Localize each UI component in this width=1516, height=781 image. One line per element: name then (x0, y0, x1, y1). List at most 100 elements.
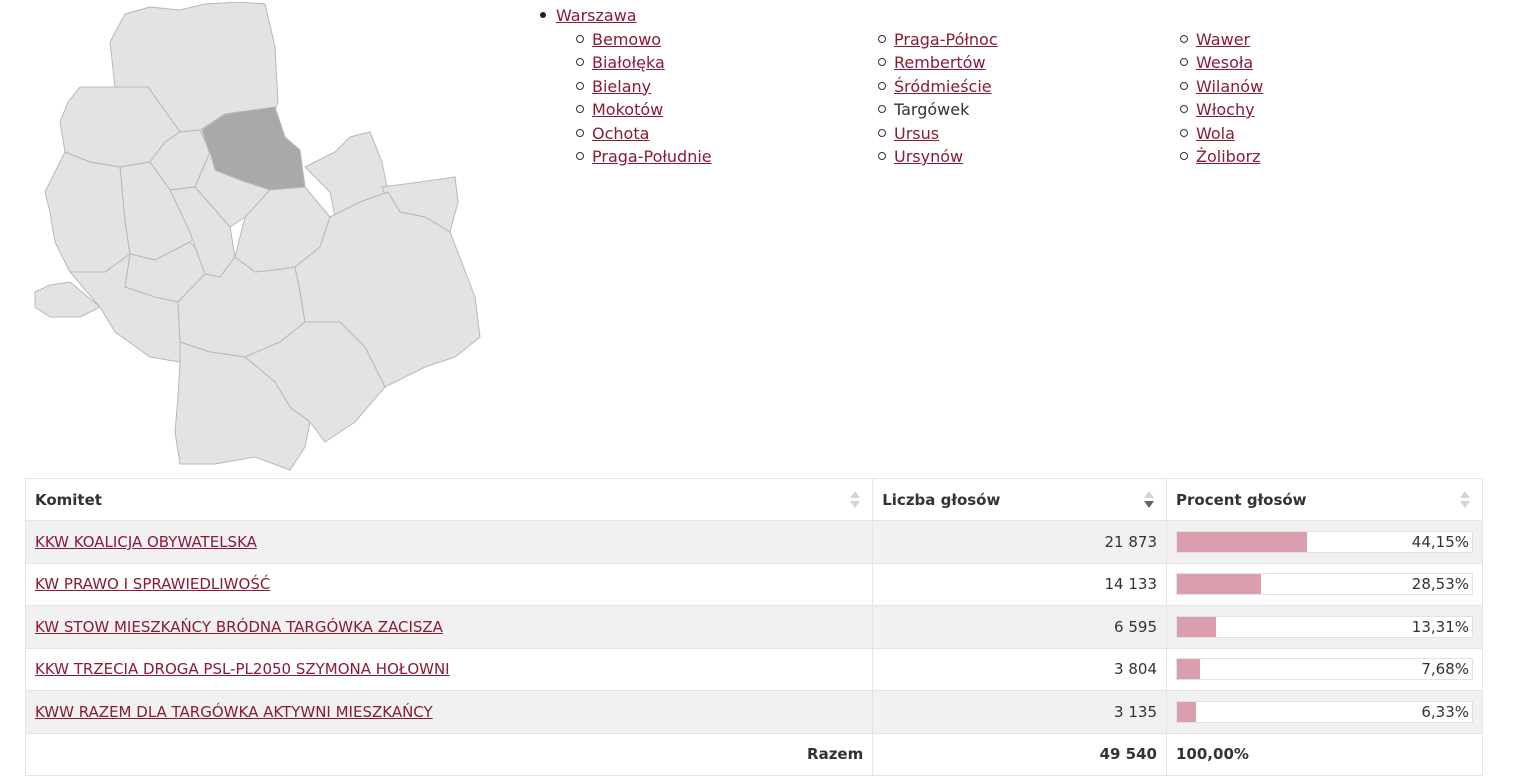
committee-cell: KKW KOALICJA OBYWATELSKA (24, 520, 874, 564)
committee-link[interactable]: KW STOW MIESZKAŃCY BRÓDNA TARGÓWKA ZACIS… (35, 618, 443, 636)
district-link[interactable]: Wawer (1196, 30, 1250, 49)
district-link[interactable]: Rembertów (894, 53, 986, 72)
map-district-bemowo[interactable] (44, 151, 131, 273)
committee-cell: KKW TRZECIA DROGA PSL-PL2050 SZYMONA HOŁ… (24, 647, 874, 691)
table-row: KKW KOALICJA OBYWATELSKA 21 873 44,15% (24, 520, 1483, 564)
votes-cell: 3 804 (872, 647, 1167, 691)
header-label-committee: Komitet (35, 490, 102, 509)
district-link[interactable]: Praga-Południe (592, 147, 712, 166)
votes-cell: 6 595 (872, 605, 1167, 649)
nav-root-item: Warszawa (540, 4, 1500, 28)
committee-cell: KW STOW MIESZKAŃCY BRÓDNA TARGÓWKA ZACIS… (24, 605, 874, 649)
committee-cell: KW PRAWO I SPRAWIEDLIWOŚĆ (24, 562, 874, 606)
table-row: KWW RAZEM DLA TARGÓWKA AKTYWNI MIESZKAŃC… (24, 690, 1483, 734)
votes-cell: 21 873 (872, 520, 1167, 564)
sort-icon[interactable] (1460, 491, 1470, 509)
percent-bar: 7,68% (1176, 658, 1473, 681)
district-link[interactable]: Ursus (894, 124, 939, 143)
list-item: Praga-Południe (576, 145, 878, 169)
percent-bar: 44,15% (1176, 530, 1473, 553)
district-link[interactable]: Włochy (1196, 100, 1255, 119)
list-item: Mokotów (576, 98, 878, 122)
list-item: Targówek (878, 98, 1180, 122)
district-link[interactable]: Śródmieście (894, 77, 992, 96)
percent-cell: 7,68% (1166, 647, 1483, 691)
percent-bar-fill (1177, 616, 1217, 637)
votes-cell: 14 133 (872, 562, 1167, 606)
district-link[interactable]: Wesoła (1196, 53, 1253, 72)
district-list: Bemowo Białołęka Bielany Mokotów Ochota Praga… (540, 28, 1500, 169)
list-item: Rembertów (878, 51, 1180, 75)
list-item: Bemowo (576, 28, 878, 52)
committee-link[interactable]: KKW KOALICJA OBYWATELSKA (35, 533, 257, 551)
sort-icon[interactable] (850, 491, 861, 509)
district-link[interactable]: Wola (1196, 124, 1235, 143)
votes-cell: 3 135 (872, 690, 1167, 734)
total-row: Razem 49 540 100,00% (24, 732, 1483, 776)
column-header-percent[interactable]: Procent głosów (1166, 478, 1483, 521)
percent-cell: 6,33% (1166, 690, 1483, 734)
district-list-column: Wawer Wesoła Wilanów Włochy Wola Żoliborz (1180, 28, 1482, 169)
total-label: Razem (24, 732, 874, 776)
list-item: Wilanów (1180, 75, 1482, 99)
list-item: Żoliborz (1180, 145, 1482, 169)
total-votes: 49 540 (872, 732, 1167, 776)
list-item: Bielany (576, 75, 878, 99)
results-table: Komitet Liczba głosów Procent głosów KKW… (24, 478, 1483, 776)
district-list-column: Bemowo Białołęka Bielany Mokotów Ochota Praga… (576, 28, 878, 169)
percent-value: 6,33% (1421, 702, 1469, 721)
percent-value: 44,15% (1411, 532, 1469, 551)
list-item: Praga-Północ (878, 28, 1180, 52)
percent-bar: 6,33% (1176, 700, 1473, 723)
header-label-percent: Procent głosów (1176, 490, 1307, 509)
table-row: KW STOW MIESZKAŃCY BRÓDNA TARGÓWKA ZACIS… (24, 605, 1483, 649)
sort-desc-icon[interactable] (1144, 491, 1154, 509)
district-link[interactable]: Ursynów (894, 147, 963, 166)
committee-link[interactable]: KWW RAZEM DLA TARGÓWKA AKTYWNI MIESZKAŃC… (35, 703, 433, 721)
list-item: Ursus (878, 122, 1180, 146)
list-item: Wesoła (1180, 51, 1482, 75)
percent-value: 28,53% (1411, 575, 1469, 594)
list-item: Wola (1180, 122, 1482, 146)
table-row: KW PRAWO I SPRAWIEDLIWOŚĆ 14 133 28,53% (24, 562, 1483, 606)
district-link[interactable]: Bemowo (592, 30, 661, 49)
committee-link[interactable]: KKW TRZECIA DROGA PSL-PL2050 SZYMONA HOŁ… (35, 660, 450, 678)
district-link[interactable]: Białołęka (592, 53, 665, 72)
district-link[interactable]: Żoliborz (1196, 147, 1261, 166)
district-map[interactable] (30, 2, 490, 472)
percent-value: 7,68% (1421, 660, 1469, 679)
list-item: Wawer (1180, 28, 1482, 52)
district-list-column: Praga-Północ Rembertów Śródmieście Targówek… (878, 28, 1180, 169)
percent-bar: 28,53% (1176, 573, 1473, 596)
nav-link-warszawa[interactable]: Warszawa (556, 6, 637, 25)
district-link[interactable]: Praga-Północ (894, 30, 998, 49)
list-item: Ursynów (878, 145, 1180, 169)
district-link[interactable]: Mokotów (592, 100, 663, 119)
total-percent: 100,00% (1166, 732, 1483, 776)
percent-cell: 44,15% (1166, 520, 1483, 564)
column-header-committee[interactable]: Komitet (24, 478, 874, 521)
table-header-row: Komitet Liczba głosów Procent głosów (24, 478, 1483, 521)
list-item: Białołęka (576, 51, 878, 75)
table-row: KKW TRZECIA DROGA PSL-PL2050 SZYMONA HOŁ… (24, 647, 1483, 691)
percent-cell: 28,53% (1166, 562, 1483, 606)
percent-bar: 13,31% (1176, 615, 1473, 638)
percent-value: 13,31% (1411, 617, 1469, 636)
committee-link[interactable]: KW PRAWO I SPRAWIEDLIWOŚĆ (35, 575, 270, 593)
district-link[interactable]: Ochota (592, 124, 649, 143)
percent-bar-fill (1177, 531, 1308, 552)
header-label-votes: Liczba głosów (882, 490, 1001, 509)
column-header-votes[interactable]: Liczba głosów (872, 478, 1167, 521)
list-item: Włochy (1180, 98, 1482, 122)
list-item: Śródmieście (878, 75, 1180, 99)
percent-bar-fill (1177, 574, 1262, 595)
district-link[interactable]: Wilanów (1196, 77, 1263, 96)
list-item: Ochota (576, 122, 878, 146)
district-link[interactable]: Bielany (592, 77, 651, 96)
committee-cell: KWW RAZEM DLA TARGÓWKA AKTYWNI MIESZKAŃC… (24, 690, 874, 734)
percent-bar-fill (1177, 659, 1200, 680)
district-navigation: Warszawa Bemowo Białołęka Bielany Mokotów Oc… (540, 4, 1500, 169)
percent-cell: 13,31% (1166, 605, 1483, 649)
district-map-svg[interactable] (30, 2, 490, 472)
percent-bar-fill (1177, 701, 1196, 722)
